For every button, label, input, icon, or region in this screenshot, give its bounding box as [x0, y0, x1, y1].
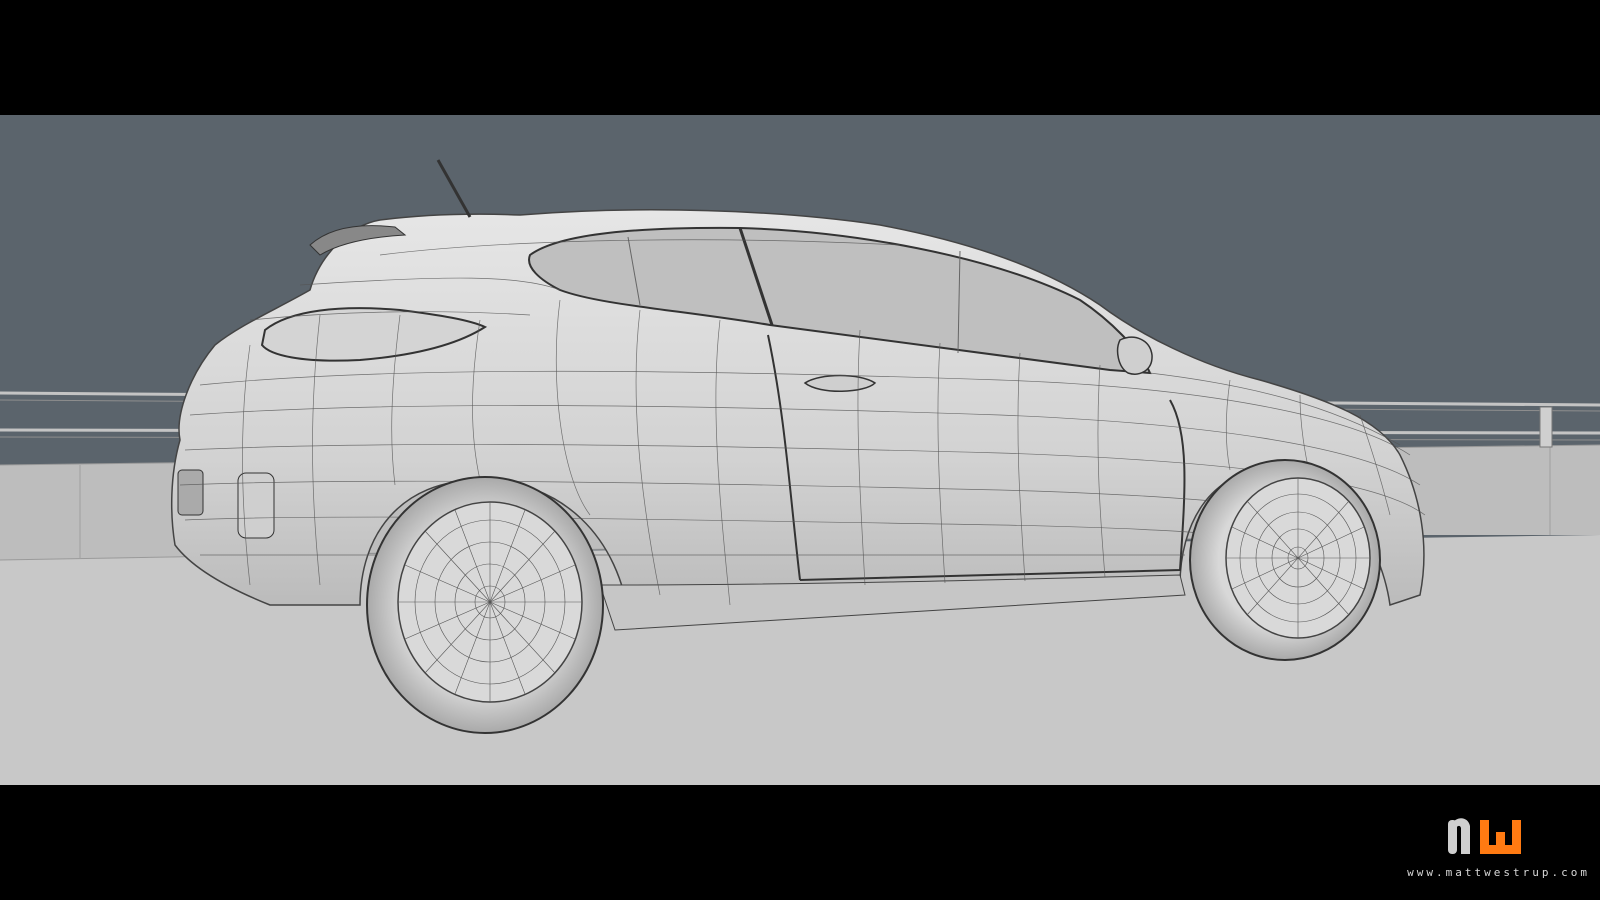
mw-logo — [1448, 818, 1521, 854]
rear-reflector — [177, 469, 204, 516]
side-mirror — [1116, 336, 1153, 375]
rear-wheel — [366, 476, 604, 734]
letterbox-top — [0, 0, 1600, 115]
door-handle — [803, 374, 877, 392]
car-wireframe-render — [0, 159, 1600, 785]
letterbox-bottom — [0, 785, 1600, 900]
front-wheel — [1189, 459, 1381, 661]
site-url: www.mattwestrup.com — [1407, 866, 1590, 879]
render-viewport — [0, 115, 1600, 785]
antenna — [436, 159, 472, 218]
